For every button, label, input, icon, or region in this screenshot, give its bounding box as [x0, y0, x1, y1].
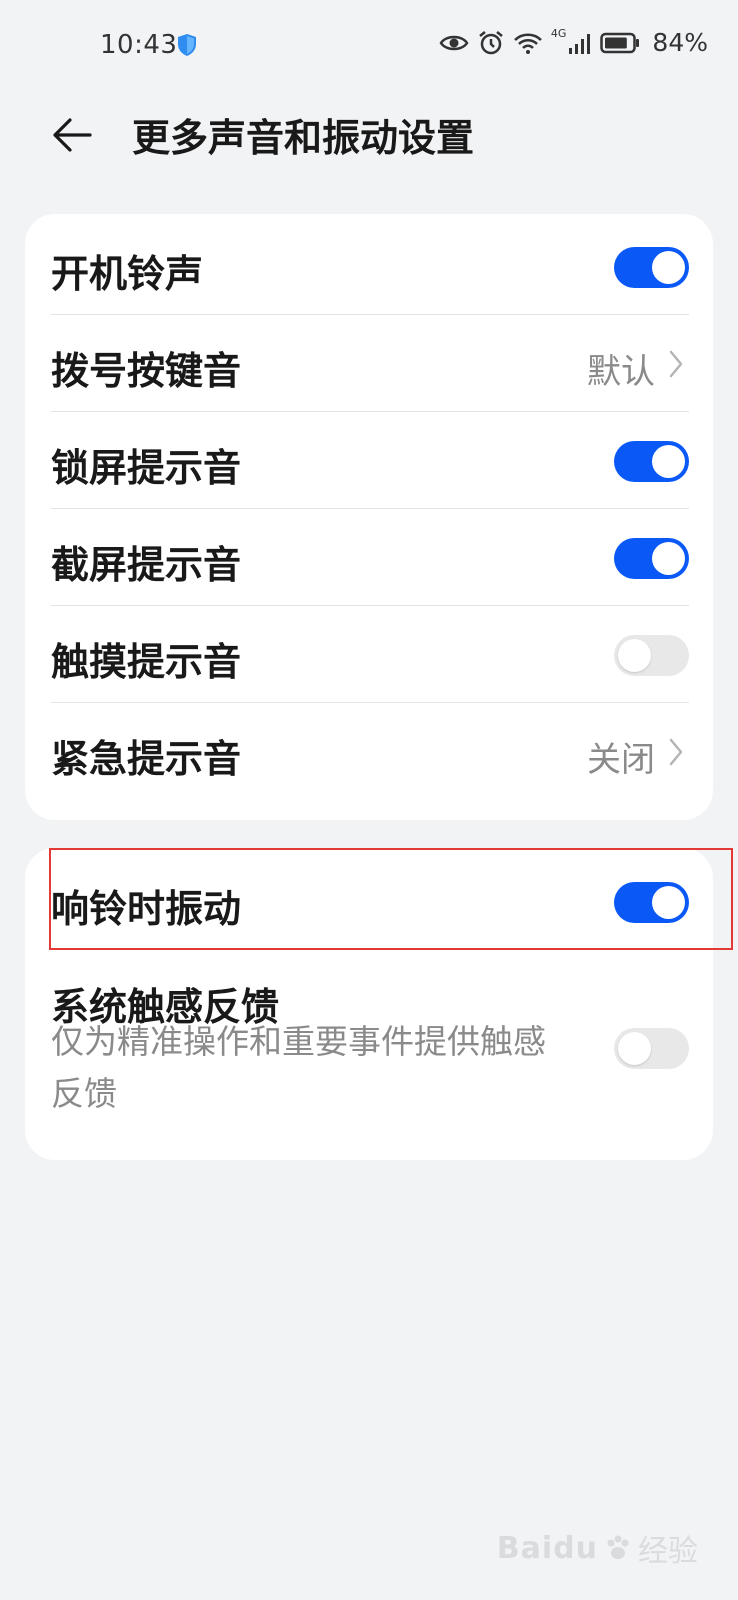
boot-ringtone-toggle[interactable]	[614, 247, 689, 288]
vibration-settings-card: 响铃时振动 系统触感反馈 仅为精准操作和重要事件提供触感反馈	[25, 848, 713, 1160]
vibrate-on-ring-toggle[interactable]	[614, 882, 689, 923]
setting-label: 开机铃声	[51, 252, 204, 296]
battery-percent: 84%	[652, 28, 708, 57]
paw-icon	[607, 1535, 629, 1559]
setting-label: 响铃时振动	[51, 887, 242, 931]
watermark-sub: 经验	[638, 1534, 698, 1569]
setting-label: 截屏提示音	[51, 543, 242, 587]
page-header: 更多声音和振动设置	[0, 95, 738, 175]
wifi-icon	[514, 33, 542, 54]
network-type-label: 4G	[550, 27, 567, 40]
eye-icon	[439, 35, 469, 50]
setting-row-boot-ringtone[interactable]: 开机铃声	[25, 217, 713, 315]
setting-row-emergency-sound[interactable]: 紧急提示音 关闭	[25, 702, 713, 800]
setting-row-screenshot-sound[interactable]: 截屏提示音	[25, 508, 713, 606]
status-bar: 10:43 4G 84%	[0, 0, 738, 90]
watermark-brand: Baidu	[496, 1530, 598, 1566]
setting-label: 锁屏提示音	[51, 446, 242, 490]
system-haptics-toggle[interactable]	[614, 1028, 689, 1069]
setting-row-touch-sound[interactable]: 触摸提示音	[25, 605, 713, 703]
status-time: 10:43	[100, 30, 178, 60]
signal-strength-icon	[569, 33, 591, 54]
setting-label: 紧急提示音	[51, 737, 242, 781]
touch-sound-toggle[interactable]	[614, 635, 689, 676]
setting-row-dial-pad-tone[interactable]: 拨号按键音 默认	[25, 314, 713, 412]
status-icons: 4G 84%	[439, 27, 708, 57]
back-arrow-icon[interactable]	[48, 109, 100, 161]
setting-value: 关闭	[587, 740, 655, 780]
sound-settings-card: 开机铃声 拨号按键音 默认 锁屏提示音 截屏提示音 触摸提示音 紧急提示音 关闭	[25, 214, 713, 820]
alarm-clock-icon	[479, 30, 503, 54]
screenshot-sound-toggle[interactable]	[614, 538, 689, 579]
chevron-right-icon	[669, 738, 683, 766]
setting-row-vibrate-on-ring[interactable]: 响铃时振动	[25, 852, 713, 950]
setting-label: 拨号按键音	[51, 349, 242, 393]
lock-screen-sound-toggle[interactable]	[614, 441, 689, 482]
setting-value: 默认	[587, 352, 655, 392]
setting-row-lock-screen-sound[interactable]: 锁屏提示音	[25, 411, 713, 509]
chevron-right-icon	[669, 350, 683, 378]
baidu-watermark: Baidu 经验	[497, 1526, 698, 1570]
security-shield-icon	[178, 34, 196, 56]
system-haptics-description: 仅为精准操作和重要事件提供触感反馈	[51, 1022, 546, 1113]
setting-label: 触摸提示音	[51, 640, 242, 684]
page-title: 更多声音和振动设置	[132, 116, 475, 160]
battery-icon	[600, 32, 640, 53]
